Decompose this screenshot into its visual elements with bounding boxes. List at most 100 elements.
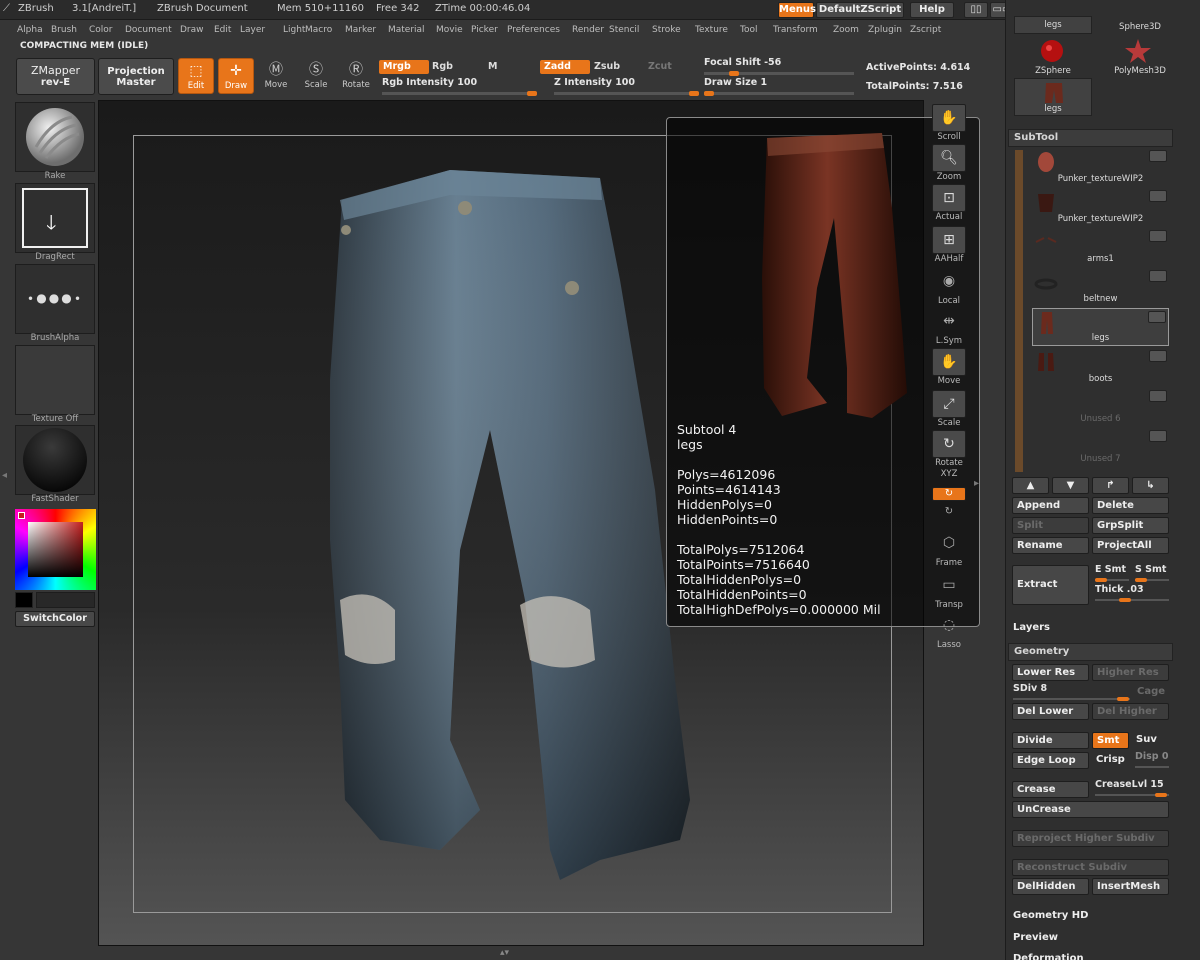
- rotate-mode-button[interactable]: Ⓡ Rotate: [338, 58, 374, 94]
- switchcolor-button[interactable]: SwitchColor: [15, 611, 95, 627]
- zsub-toggle[interactable]: Zsub: [590, 60, 624, 74]
- delhidden-button[interactable]: DelHidden: [1012, 878, 1089, 895]
- sdiv-slider[interactable]: SDiv 8: [1013, 683, 1130, 701]
- visibility-toggle-icon[interactable]: [1149, 430, 1167, 442]
- grpsplit-button[interactable]: GrpSplit: [1092, 517, 1169, 534]
- divide-button[interactable]: Divide: [1012, 732, 1089, 749]
- subtool-move-up-button[interactable]: ▲: [1012, 477, 1049, 494]
- right-tray-handle-icon[interactable]: ▸: [974, 478, 979, 489]
- polymesh3d-star-icon[interactable]: [1124, 38, 1152, 64]
- tool-slot-legs-top[interactable]: legs: [1014, 16, 1092, 34]
- rgb-intensity-knob[interactable]: [527, 91, 537, 96]
- nav-rotate-button[interactable]: ↻ Rotate: [931, 430, 967, 468]
- disp-slider[interactable]: Disp 0: [1135, 751, 1169, 769]
- visibility-toggle-icon[interactable]: [1149, 390, 1167, 402]
- menus-button[interactable]: Menus: [778, 2, 816, 18]
- higher-res-button[interactable]: Higher Res: [1092, 664, 1169, 681]
- nav-local-button[interactable]: ◉ Local: [931, 268, 967, 306]
- draw-mode-button[interactable]: ✛ Draw: [218, 58, 254, 94]
- visibility-toggle-icon[interactable]: [1149, 350, 1167, 362]
- tool-sphere3d-label[interactable]: Sphere3D: [1102, 22, 1178, 32]
- menu-transform[interactable]: Transform: [773, 25, 818, 35]
- menu-render[interactable]: Render: [572, 25, 604, 35]
- jeans-model-render[interactable]: [300, 160, 700, 900]
- uncrease-button[interactable]: UnCrease: [1012, 801, 1169, 818]
- alpha-slot[interactable]: ∙●●●∙: [15, 264, 95, 334]
- delete-button[interactable]: Delete: [1092, 497, 1169, 514]
- visibility-toggle-icon[interactable]: [1149, 190, 1167, 202]
- z-intensity-slider[interactable]: Z Intensity 100: [554, 77, 699, 96]
- del-lower-button[interactable]: Del Lower: [1012, 703, 1089, 720]
- nav-lsym-button[interactable]: ⇹ L.Sym: [931, 308, 967, 346]
- rotate-z-axis-toggle[interactable]: ↻: [931, 506, 967, 522]
- menu-zscript[interactable]: Zscript: [910, 25, 941, 35]
- layout-narrow-icon[interactable]: ▯▯: [964, 2, 988, 18]
- menu-picker[interactable]: Picker: [471, 25, 498, 35]
- thick-slider[interactable]: Thick .03: [1095, 584, 1169, 602]
- stroke-slot[interactable]: 🡓: [15, 183, 95, 253]
- rgb-toggle[interactable]: Rgb: [428, 60, 457, 74]
- subtool-row[interactable]: beltnew: [1032, 268, 1169, 306]
- subtool-row[interactable]: Punker_textureWIP2: [1032, 148, 1169, 186]
- edge-loop-button[interactable]: Edge Loop: [1012, 752, 1089, 769]
- tool-slot-legs[interactable]: legs: [1014, 78, 1092, 116]
- menu-stencil[interactable]: Stencil: [609, 25, 639, 35]
- layers-section[interactable]: Layers: [1013, 622, 1050, 633]
- menu-draw[interactable]: Draw: [180, 25, 204, 35]
- nav-transp-button[interactable]: ▭ Transp: [931, 572, 967, 610]
- nav-scale-button[interactable]: ⤢ Scale: [931, 390, 967, 428]
- move-mode-button[interactable]: Ⓜ Move: [258, 58, 294, 94]
- geometry-hd-section[interactable]: Geometry HD: [1013, 910, 1088, 921]
- cage-button[interactable]: Cage: [1133, 684, 1169, 701]
- projectall-button[interactable]: ProjectAll: [1092, 537, 1169, 554]
- zsphere-icon[interactable]: [1038, 38, 1066, 64]
- reproject-higher-subdiv-button[interactable]: Reproject Higher Subdiv: [1012, 830, 1169, 847]
- nav-move-button[interactable]: ✋ Move: [931, 348, 967, 386]
- menu-light[interactable]: Light: [283, 25, 305, 35]
- menu-tool[interactable]: Tool: [740, 25, 757, 35]
- nav-scroll-button[interactable]: ✋ Scroll: [931, 104, 967, 142]
- zadd-toggle[interactable]: Zadd: [540, 60, 590, 74]
- focal-shift-knob[interactable]: [729, 71, 739, 76]
- geometry-header[interactable]: Geometry: [1008, 643, 1173, 661]
- subtool-move-down-button[interactable]: ▼: [1052, 477, 1089, 494]
- rake-brush-slot[interactable]: [15, 102, 95, 172]
- split-button[interactable]: Split: [1012, 517, 1089, 534]
- creaselvl-slider[interactable]: CreaseLvl 15: [1095, 779, 1169, 797]
- material-slot[interactable]: [15, 425, 95, 495]
- preview-section[interactable]: Preview: [1013, 932, 1058, 943]
- menu-stroke[interactable]: Stroke: [652, 25, 681, 35]
- menu-texture[interactable]: Texture: [695, 25, 728, 35]
- menu-brush[interactable]: Brush: [51, 25, 77, 35]
- menu-color[interactable]: Color: [89, 25, 113, 35]
- z-intensity-knob[interactable]: [689, 91, 699, 96]
- menu-layer[interactable]: Layer: [240, 25, 265, 35]
- texture-slot[interactable]: [15, 345, 95, 415]
- subtool-scrollbar[interactable]: [1015, 150, 1023, 472]
- menu-edit[interactable]: Edit: [214, 25, 231, 35]
- menu-marker[interactable]: Marker: [345, 25, 376, 35]
- focal-shift-slider[interactable]: Focal Shift -56: [704, 57, 854, 76]
- visibility-toggle-icon[interactable]: [1149, 270, 1167, 282]
- menu-preferences[interactable]: Preferences: [507, 25, 560, 35]
- default-zscript-button[interactable]: DefaultZScript: [816, 2, 904, 18]
- secondary-color-swatch[interactable]: [15, 592, 33, 608]
- visibility-toggle-icon[interactable]: [1149, 230, 1167, 242]
- projection-master-button[interactable]: Projection Master: [98, 58, 174, 95]
- reconstruct-subdiv-button[interactable]: Reconstruct Subdiv: [1012, 859, 1169, 876]
- crisp-toggle[interactable]: Crisp: [1092, 752, 1129, 769]
- nav-lasso-button[interactable]: ◌ Lasso: [931, 612, 967, 650]
- rename-button[interactable]: Rename: [1012, 537, 1089, 554]
- smt-toggle[interactable]: Smt: [1092, 732, 1129, 749]
- deformation-section[interactable]: Deformation: [1013, 953, 1084, 960]
- visibility-toggle-icon[interactable]: [1149, 150, 1167, 162]
- subtool-row[interactable]: Unused 6: [1032, 388, 1169, 426]
- menu-material[interactable]: Material: [388, 25, 425, 35]
- m-toggle[interactable]: M: [484, 60, 501, 74]
- visibility-toggle-icon[interactable]: [1148, 311, 1166, 323]
- subtool-down-level-button[interactable]: ↳: [1132, 477, 1169, 494]
- menu-alpha[interactable]: Alpha: [17, 25, 43, 35]
- subtool-row[interactable]: arms1: [1032, 228, 1169, 266]
- nav-aahalf-button[interactable]: ⊞ AAHalf: [931, 226, 967, 264]
- scale-mode-button[interactable]: Ⓢ Scale: [298, 58, 334, 94]
